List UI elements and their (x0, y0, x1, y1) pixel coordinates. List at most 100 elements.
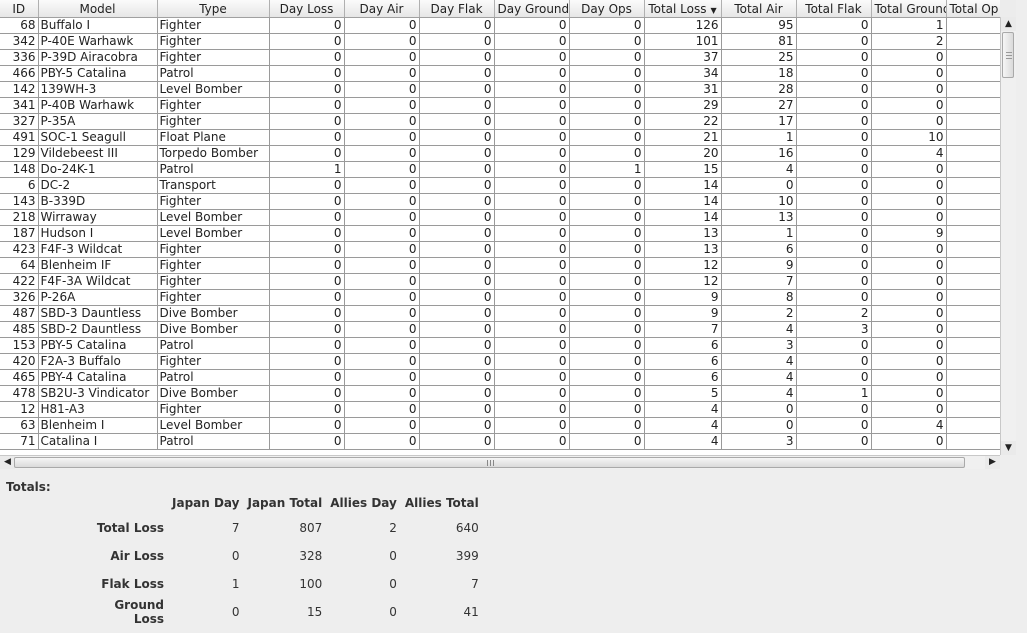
table-row[interactable]: 71 Catalina I Patrol 0 0 0 0 0 4 3 0 0 (0, 433, 1000, 450)
table-row[interactable]: 64 Blenheim IF Fighter 0 0 0 0 0 12 9 0 0 (0, 257, 1000, 274)
column-header-type[interactable]: Type (157, 0, 270, 18)
table-cell: 0 (796, 337, 872, 354)
table-row[interactable]: 478 SB2U-3 Vindicator Dive Bomber 0 0 0 0 0 5 4 1 0 (0, 385, 1000, 402)
table-cell: 0 (796, 33, 872, 50)
table-row[interactable]: 422 F4F-3A Wildcat Fighter 0 0 0 0 0 12 7 0 0 (0, 273, 1000, 290)
arrow-right-icon[interactable]: ▶ (985, 456, 1000, 469)
table-row[interactable]: 485 SBD-2 Dauntless Dive Bomber 0 0 0 0 0 7 4 3 0 (0, 321, 1000, 338)
table-cell: 3 (796, 321, 872, 338)
table-cell: 0 (269, 289, 345, 306)
column-header-label: Total Ground (874, 1, 946, 16)
table-cell: Do-24K-1 (38, 161, 158, 178)
arrow-left-icon[interactable]: ◀ (0, 456, 15, 469)
column-header-label: Total Loss (648, 1, 707, 16)
table-row[interactable]: 143 B-339D Fighter 0 0 0 0 0 14 10 0 0 (0, 193, 1000, 210)
table-row[interactable]: 336 P-39D Airacobra Fighter 0 0 0 0 0 37 25 0 0 (0, 49, 1000, 66)
column-header-total-loss[interactable]: Total Loss ▼ (644, 0, 722, 18)
table-cell: 21 (644, 129, 722, 146)
table-cell: 0 (796, 289, 872, 306)
table-cell: PBY-5 Catalina (38, 65, 158, 82)
table-row[interactable]: 341 P-40B Warhawk Fighter 0 0 0 0 0 29 27 0 0 (0, 97, 1000, 114)
table-row[interactable]: 487 SBD-3 Dauntless Dive Bomber 0 0 0 0 0 9 2 2 0 (0, 305, 1000, 322)
column-header-day-loss[interactable]: Day Loss (269, 0, 345, 18)
table-cell: 0 (269, 433, 345, 450)
table-row[interactable]: 466 PBY-5 Catalina Patrol 0 0 0 0 0 34 18 0 0 (0, 65, 1000, 82)
totals-row-label: Air Loss (110, 549, 164, 563)
vertical-scrollbar[interactable]: ▲ ▼ (1000, 17, 1016, 455)
table-cell: PBY-4 Catalina (38, 369, 158, 386)
table-row[interactable]: 68 Buffalo I Fighter 0 0 0 0 0 126 95 0 1 (0, 17, 1000, 34)
table-cell: 4 (721, 321, 797, 338)
table-cell (946, 433, 1000, 450)
table-cell: 0 (569, 225, 645, 242)
table-cell: 7 (721, 273, 797, 290)
arrow-up-icon[interactable]: ▲ (1001, 17, 1016, 31)
column-header-model[interactable]: Model (38, 0, 158, 18)
totals-table: Japan Day Japan Total Allies Day Allies … (80, 492, 483, 626)
table-row[interactable]: 423 F4F-3 Wildcat Fighter 0 0 0 0 0 13 6 0 0 (0, 241, 1000, 258)
column-header-total-flak[interactable]: Total Flak (796, 0, 872, 18)
table-cell: 0 (419, 161, 495, 178)
column-header-total-op[interactable]: Total Op (946, 0, 1000, 18)
column-header-id[interactable]: ID (0, 0, 39, 18)
column-header-label: Total Air (734, 1, 783, 16)
window-edge (1016, 0, 1027, 633)
table-row[interactable]: 187 Hudson I Level Bomber 0 0 0 0 0 13 1 0 9 (0, 225, 1000, 242)
table-cell: 0 (796, 209, 872, 226)
table-cell: 0 (796, 17, 872, 34)
column-header-day-ops[interactable]: Day Ops (569, 0, 645, 18)
table-cell: 0 (569, 97, 645, 114)
table-cell: 0 (569, 273, 645, 290)
arrow-down-icon[interactable]: ▼ (1001, 441, 1016, 455)
table-cell: Blenheim IF (38, 257, 158, 274)
table-cell: 0 (269, 145, 345, 162)
table-cell: 0 (419, 417, 495, 434)
table-cell: 0 (494, 129, 570, 146)
table-cell: Buffalo I (38, 17, 158, 34)
column-header-day-flak[interactable]: Day Flak (419, 0, 495, 18)
table-row[interactable]: 129 Vildebeest III Torpedo Bomber 0 0 0 0 0 20 16… (0, 145, 1000, 162)
table-cell: 0 (871, 369, 947, 386)
table-cell (946, 241, 1000, 258)
table-row[interactable]: 491 SOC-1 Seagull Float Plane 0 0 0 0 0 21 1 0 10 (0, 129, 1000, 146)
table-cell: DC-2 (38, 177, 158, 194)
horizontal-scroll-thumb[interactable] (14, 457, 965, 468)
table-row[interactable]: 63 Blenheim I Level Bomber 0 0 0 0 0 4 0 0 4 (0, 417, 1000, 434)
horizontal-scrollbar[interactable]: ◀ ▶ (0, 455, 1000, 469)
table-cell: 63 (0, 417, 39, 434)
table-cell (946, 321, 1000, 338)
table-row[interactable]: 142 139WH-3 Level Bomber 0 0 0 0 0 31 28 0 0 (0, 81, 1000, 98)
table-row[interactable]: 326 P-26A Fighter 0 0 0 0 0 9 8 0 0 (0, 289, 1000, 306)
table-cell: 16 (721, 145, 797, 162)
totals-value: 0 (389, 577, 397, 591)
vertical-scroll-thumb[interactable] (1002, 32, 1014, 78)
column-header-day-ground[interactable]: Day Ground (494, 0, 570, 18)
column-header-total-air[interactable]: Total Air (721, 0, 797, 18)
column-header-total-ground[interactable]: Total Ground (871, 0, 947, 18)
table-cell: 0 (419, 273, 495, 290)
table-row[interactable]: 12 H81-A3 Fighter 0 0 0 0 0 4 0 0 0 (0, 401, 1000, 418)
table-row[interactable]: 6 DC-2 Transport 0 0 0 0 0 14 0 0 0 (0, 177, 1000, 194)
table-cell: 0 (419, 369, 495, 386)
table-row[interactable]: 148 Do-24K-1 Patrol 1 0 0 0 1 15 4 0 0 (0, 161, 1000, 178)
table-cell (946, 417, 1000, 434)
losses-table-viewport[interactable]: ID Model Type Day Loss Day Air Day Flak Day Gr… (0, 0, 1000, 455)
table-row[interactable]: 327 P-35A Fighter 0 0 0 0 0 22 17 0 0 (0, 113, 1000, 130)
table-cell: 101 (644, 33, 722, 50)
table-cell: 0 (344, 129, 420, 146)
table-cell: 0 (871, 353, 947, 370)
table-cell: 0 (419, 113, 495, 130)
table-row[interactable]: 420 F2A-3 Buffalo Fighter 0 0 0 0 0 6 4 0 0 (0, 353, 1000, 370)
table-row[interactable]: 342 P-40E Warhawk Fighter 0 0 0 0 0 101 81 0 2 (0, 33, 1000, 50)
table-cell: 34 (644, 65, 722, 82)
table-row[interactable]: 465 PBY-4 Catalina Patrol 0 0 0 0 0 6 4 0 0 (0, 369, 1000, 386)
column-header-day-air[interactable]: Day Air (344, 0, 420, 18)
table-cell: 14 (644, 209, 722, 226)
table-cell: 466 (0, 65, 39, 82)
thumb-grip (1006, 52, 1012, 53)
table-row[interactable]: 153 PBY-5 Catalina Patrol 0 0 0 0 0 6 3 0 0 (0, 337, 1000, 354)
table-row[interactable]: 218 Wirraway Level Bomber 0 0 0 0 0 14 13 0 0 (0, 209, 1000, 226)
totals-row-ground-loss: Ground Loss 0 15 0 41 (80, 598, 483, 626)
table-cell: Catalina I (38, 433, 158, 450)
table-cell: 0 (494, 417, 570, 434)
